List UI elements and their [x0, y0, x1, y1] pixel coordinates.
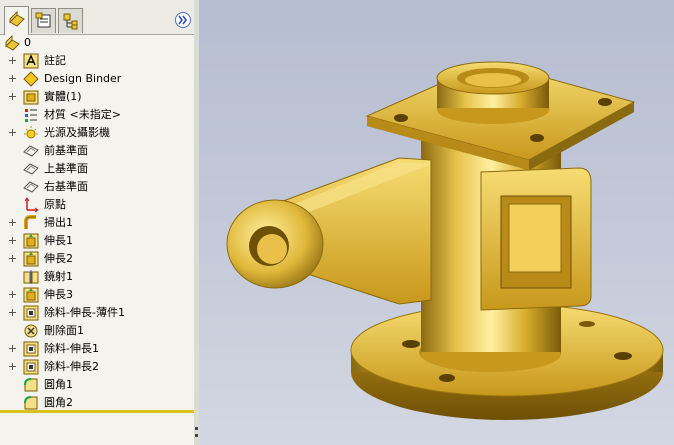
bolt-hole	[598, 98, 612, 106]
tree-item-label: 圓角1	[44, 378, 73, 391]
tree-item-label: 右基準面	[44, 180, 88, 193]
tree-item-label: 伸長2	[44, 252, 73, 265]
tree-item-label: 鏡射1	[44, 270, 73, 283]
bolt-hole	[394, 114, 408, 122]
tree-item[interactable]: 前基準面	[0, 142, 194, 160]
plane-icon	[23, 163, 39, 175]
window-boss	[480, 167, 592, 311]
tree-item[interactable]: 光源及攝影機	[0, 124, 194, 142]
expand-icon[interactable]	[9, 291, 17, 299]
tree-item-label: 圓角2	[44, 396, 73, 409]
extrude-icon	[23, 287, 39, 303]
expand-icon[interactable]	[9, 363, 17, 371]
plane-icon	[23, 181, 39, 193]
tree-item-label: 材質 <未指定>	[44, 108, 121, 121]
tree-item[interactable]: 除料-伸長2	[0, 358, 194, 376]
bolt-hole	[579, 321, 595, 327]
tree-item[interactable]: Design Binder	[0, 70, 194, 88]
expand-icon[interactable]	[9, 219, 17, 227]
design-binder-icon	[23, 71, 39, 87]
collapse-panel-button[interactable]	[175, 12, 191, 28]
mirror-icon	[23, 270, 39, 284]
expand-icon[interactable]	[9, 57, 17, 65]
configuration-manager-icon	[63, 13, 78, 30]
expand-icon[interactable]	[9, 75, 17, 83]
fillet-icon	[24, 396, 38, 410]
tree-item[interactable]: 右基準面	[0, 178, 194, 196]
extrude-icon	[23, 251, 39, 267]
tree-item-label: 註記	[44, 54, 66, 67]
part-tree-icon	[9, 10, 25, 27]
expand-icon[interactable]	[9, 345, 17, 353]
tree-item-label: 除料-伸長-薄件1	[44, 306, 125, 319]
tree-item[interactable]: 材質 <未指定>	[0, 106, 194, 124]
tree-item[interactable]: 原點	[0, 196, 194, 214]
tab-configuration-manager[interactable]	[58, 8, 83, 33]
tree-item[interactable]: 伸長2	[0, 250, 194, 268]
cut-extrude-icon	[23, 305, 39, 321]
bolt-hole	[530, 134, 544, 142]
tree-item-label: 上基準面	[44, 162, 88, 175]
tree-item-label: 除料-伸長2	[44, 360, 99, 373]
tree-item-label: 掃出1	[44, 216, 73, 229]
tree-item[interactable]: 伸長3	[0, 286, 194, 304]
expand-icon[interactable]	[9, 255, 17, 263]
origin-icon	[24, 197, 39, 213]
tree-item[interactable]: 掃出1	[0, 214, 194, 232]
expand-icon[interactable]	[9, 237, 17, 245]
tree-item-label: 伸長3	[44, 288, 73, 301]
bolt-hole	[614, 352, 632, 360]
tree-item[interactable]: 實體(1)	[0, 88, 194, 106]
bolt-hole	[439, 374, 455, 382]
double-chevron-right-icon	[178, 15, 187, 25]
expand-icon[interactable]	[9, 309, 17, 317]
material-icon	[25, 109, 37, 122]
featuremanager-panel: 0 註記 Design Binder 實體(1) 材質 <未指定> 光源及攝影機 前基準面…	[0, 0, 195, 445]
tree-item[interactable]: 註記	[0, 52, 194, 70]
tree-item-label: 除料-伸長1	[44, 342, 99, 355]
tree-item-label: 伸長1	[44, 234, 73, 247]
tree-item-label: 原點	[44, 198, 66, 211]
side-arm	[226, 157, 432, 305]
property-manager-icon	[35, 12, 51, 28]
sweep-icon	[24, 215, 36, 229]
tree-item-label: 光源及攝影機	[44, 126, 110, 139]
tab-featuremanager-design-tree[interactable]	[4, 6, 29, 35]
tree-root[interactable]: 0	[0, 34, 194, 52]
tab-property-manager[interactable]	[31, 8, 56, 33]
part-icon	[5, 35, 20, 51]
tree-root-label: 0	[24, 36, 31, 49]
tree-item-label: 前基準面	[44, 144, 88, 157]
part-model	[226, 61, 664, 420]
splitter-grip-icon[interactable]	[195, 425, 198, 441]
plane-icon	[23, 145, 39, 157]
tree-item[interactable]: 伸長1	[0, 232, 194, 250]
bolt-hole	[402, 340, 420, 348]
tree-item-label: Design Binder	[44, 72, 122, 85]
annotations-icon	[23, 53, 39, 69]
rollback-bar[interactable]	[0, 410, 194, 413]
extrude-icon	[23, 233, 39, 249]
tree-item-label: 刪除面1	[44, 324, 84, 337]
tree-item-label: 實體(1)	[44, 90, 82, 103]
solid-bodies-icon	[23, 90, 39, 105]
fillet-icon	[24, 378, 38, 392]
tree-item[interactable]: 除料-伸長1	[0, 340, 194, 358]
tree-item[interactable]: 刪除面1	[0, 322, 194, 340]
tree-item[interactable]: 鏡射1	[0, 268, 194, 286]
panel-tab-bar	[0, 0, 194, 35]
top-neck	[436, 61, 550, 124]
cut-extrude-icon	[23, 359, 39, 375]
tree-item[interactable]: 圓角1	[0, 376, 194, 394]
expand-icon[interactable]	[9, 93, 17, 101]
lights-cameras-icon	[24, 126, 38, 139]
cut-extrude-icon	[23, 341, 39, 357]
tree-item[interactable]: 上基準面	[0, 160, 194, 178]
expand-icon[interactable]	[9, 129, 17, 137]
graphics-viewport[interactable]	[199, 0, 674, 445]
delete-face-icon	[24, 324, 38, 338]
tree-item[interactable]: 除料-伸長-薄件1	[0, 304, 194, 322]
